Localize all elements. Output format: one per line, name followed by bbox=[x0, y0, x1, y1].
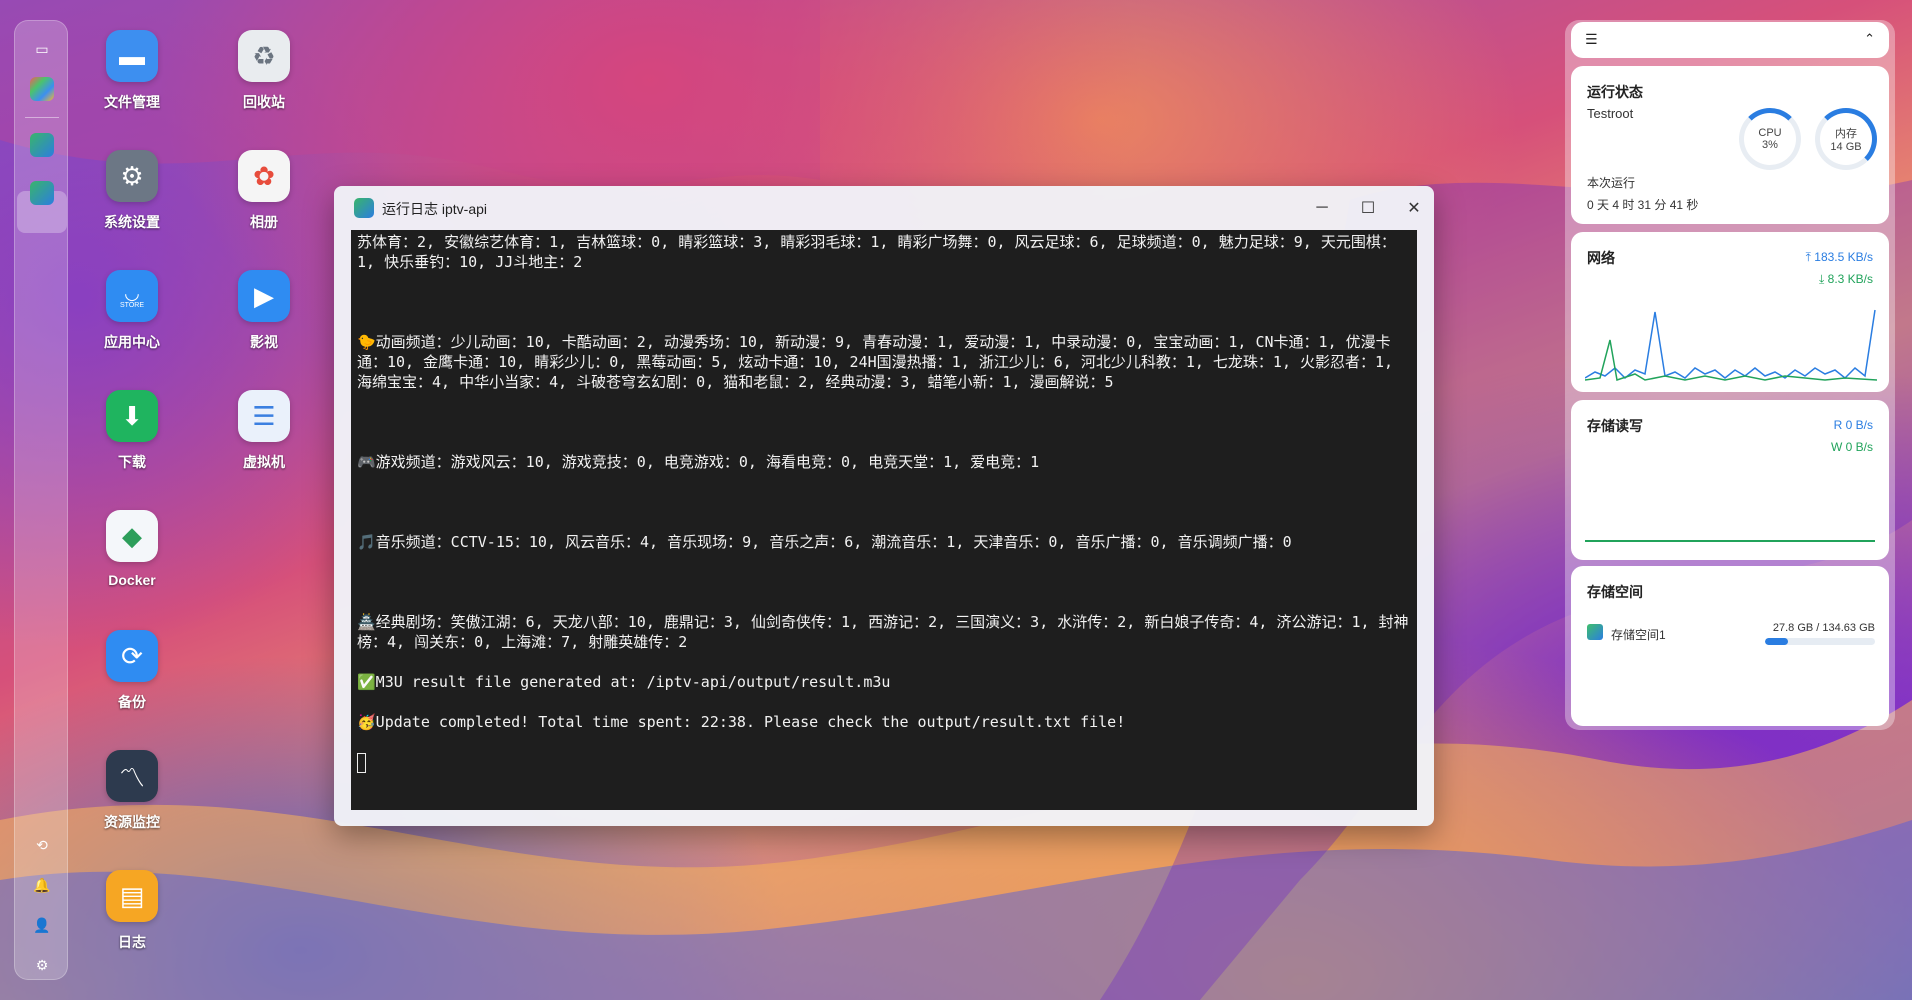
log-line: ✅M3U result file generated at: /iptv-api… bbox=[357, 673, 891, 691]
network-widget[interactable]: 网络 ⤒ 183.5 KB/s ⤓ 8.3 KB/s bbox=[1571, 232, 1889, 392]
monitor-icon: 〽 bbox=[106, 750, 158, 802]
download-icon: ⬇ bbox=[106, 390, 158, 442]
backup-icon: ⟳ bbox=[106, 630, 158, 682]
storage-io-widget[interactable]: 存储读写 R 0 B/s W 0 B/s bbox=[1571, 400, 1889, 560]
close-button[interactable]: ✕ bbox=[1400, 196, 1428, 220]
desktop-item-photos[interactable]: ✿ 相册 bbox=[209, 150, 319, 232]
desktop-item-download[interactable]: ⬇ 下载 bbox=[77, 390, 187, 472]
log-line: 苏体育：2, 安徽综艺体育：1, 吉林篮球：0, 睛彩篮球：3, 睛彩羽毛球：1… bbox=[357, 233, 1396, 271]
log-window: 运行日志 iptv-api ─ ☐ ✕ 苏体育：2, 安徽综艺体育：1, 吉林篮… bbox=[334, 186, 1434, 826]
storage-io-chart bbox=[1585, 540, 1875, 542]
terminal-output[interactable]: 苏体育：2, 安徽综艺体育：1, 吉林篮球：0, 睛彩篮球：3, 睛彩羽毛球：1… bbox=[351, 230, 1417, 810]
desktop-item-docker[interactable]: ◆ Docker bbox=[77, 510, 187, 588]
cpu-gauge: CPU 3% bbox=[1739, 108, 1801, 170]
dock-divider bbox=[25, 117, 59, 118]
server-icon: ☰ bbox=[238, 390, 290, 442]
docker-dock-icon[interactable] bbox=[30, 133, 54, 157]
desktop-item-system-settings[interactable]: ⚙ 系统设置 bbox=[77, 150, 187, 232]
volume-usage-fill bbox=[1765, 638, 1788, 645]
log-line: 🎵音乐频道：CCTV-15：10, 风云音乐：4, 音乐现场：9, 音乐之声：6… bbox=[357, 533, 1292, 551]
volume-usage: 27.8 GB / 134.63 GB bbox=[1772, 622, 1875, 634]
terminal-cursor-line[interactable] bbox=[357, 752, 1411, 773]
window-titlebar[interactable]: 运行日志 iptv-api ─ ☐ ✕ bbox=[334, 186, 1434, 230]
log-icon: ▤ bbox=[106, 870, 158, 922]
video-icon: ▶ bbox=[238, 270, 290, 322]
network-status-icon[interactable]: ⟲ bbox=[30, 833, 54, 857]
read-speed: R 0 B/s bbox=[1833, 418, 1873, 432]
desktop-item-recycle-bin[interactable]: ♻ 回收站 bbox=[209, 30, 319, 112]
desktop-item-video[interactable]: ▶ 影视 bbox=[209, 270, 319, 352]
log-line: 🥳Update completed! Total time spent: 22:… bbox=[357, 713, 1126, 731]
folder-icon: ▬ bbox=[106, 30, 158, 82]
write-speed: W 0 B/s bbox=[1830, 440, 1873, 454]
terminal-cursor bbox=[357, 752, 366, 773]
desktop-item-app-center[interactable]: ◡ STORE 应用中心 bbox=[77, 270, 187, 352]
volume-name: 存储空间1 bbox=[1611, 628, 1666, 642]
status-title: 运行状态 bbox=[1587, 84, 1643, 100]
collapse-icon[interactable]: ⌃ bbox=[1864, 31, 1875, 47]
memory-gauge: 内存 14 GB bbox=[1815, 108, 1877, 170]
desktop-item-virtual-machine[interactable]: ☰ 虚拟机 bbox=[209, 390, 319, 472]
desktop-icon[interactable]: ▭ bbox=[30, 37, 54, 61]
desktop-item-log[interactable]: ▤ 日志 bbox=[77, 870, 187, 952]
storage-io-title: 存储读写 bbox=[1587, 418, 1643, 434]
photos-icon: ✿ bbox=[238, 150, 290, 202]
widget-settings-icon[interactable]: ☰ bbox=[1585, 31, 1598, 48]
docker-app-icon bbox=[354, 198, 374, 218]
store-icon: ◡ STORE bbox=[106, 270, 158, 322]
download-speed: ⤓ 8.3 KB/s bbox=[1819, 272, 1873, 286]
maximize-button[interactable]: ☐ bbox=[1354, 196, 1382, 220]
disk-icon bbox=[1587, 624, 1603, 640]
network-chart bbox=[1585, 309, 1877, 381]
log-line: 🏯经典剧场：笑傲江湖：6, 天龙八部：10, 鹿鼎记：3, 仙剑奇侠传：1, 西… bbox=[357, 613, 1409, 651]
window-title: 运行日志 iptv-api bbox=[382, 201, 488, 217]
desktop-item-resource-monitor[interactable]: 〽 资源监控 bbox=[77, 750, 187, 832]
widget-panel: ☰ ⌃ 运行状态 Testroot CPU 3% 内存 14 GB 本次运行 0 天… bbox=[1565, 20, 1895, 730]
log-line: 🎮游戏频道：游戏风云：10, 游戏竞技：0, 电竞游戏：0, 海看电竞：0, 电… bbox=[357, 453, 1040, 471]
network-title: 网络 bbox=[1587, 250, 1615, 266]
volume-usage-bar bbox=[1765, 638, 1875, 645]
host-name: Testroot bbox=[1587, 106, 1634, 121]
app-grid-icon[interactable] bbox=[30, 77, 54, 101]
settings-icon[interactable]: ⚙ bbox=[30, 953, 54, 977]
widget-toolbar: ☰ ⌃ bbox=[1571, 22, 1889, 58]
log-line: 🐤动画频道：少儿动画：10, 卡酷动画：2, 动漫秀场：10, 新动漫：9, 青… bbox=[357, 333, 1403, 391]
minimize-button[interactable]: ─ bbox=[1308, 196, 1336, 220]
bell-icon[interactable]: 🔔 bbox=[30, 873, 54, 897]
storage-space-title: 存储空间 bbox=[1587, 584, 1643, 600]
log-dock-icon[interactable] bbox=[30, 181, 54, 205]
left-dock: ▭ ⟲ 🔔 👤 ⚙ bbox=[14, 20, 68, 980]
desktop-item-file-manager[interactable]: ▬ 文件管理 bbox=[77, 30, 187, 112]
user-icon[interactable]: 👤 bbox=[30, 913, 54, 937]
desktop-item-backup[interactable]: ⟳ 备份 bbox=[77, 630, 187, 712]
status-widget[interactable]: 运行状态 Testroot CPU 3% 内存 14 GB 本次运行 0 天 4 时… bbox=[1571, 66, 1889, 224]
uptime-label: 本次运行 bbox=[1587, 176, 1636, 190]
gear-icon: ⚙ bbox=[106, 150, 158, 202]
storage-space-widget[interactable]: 存储空间 存储空间1 27.8 GB / 134.63 GB bbox=[1571, 566, 1889, 726]
docker-icon: ◆ bbox=[106, 510, 158, 562]
uptime-value: 0 天 4 时 31 分 41 秒 bbox=[1587, 198, 1699, 212]
upload-speed: ⤒ 183.5 KB/s bbox=[1805, 250, 1873, 264]
recycle-bin-icon: ♻ bbox=[238, 30, 290, 82]
